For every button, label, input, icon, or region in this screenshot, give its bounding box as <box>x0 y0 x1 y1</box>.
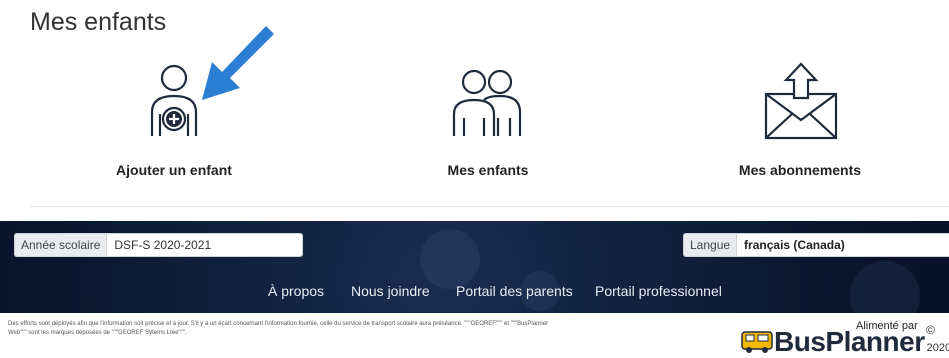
language-group: Langue français (Canada) ▾ <box>683 233 949 257</box>
legal-line: Des efforts sont déployés afin que l'inf… <box>8 321 549 327</box>
bokeh-light <box>850 261 920 313</box>
nav-link-contact[interactable]: Nous joindre <box>351 283 430 299</box>
language-select[interactable]: français (Canada) ▾ <box>736 233 949 257</box>
brand-name: BusPlanner <box>774 326 925 357</box>
page-title: Mes enfants <box>30 8 167 36</box>
busplanner-logo[interactable]: BusPlanner 2020 <box>740 328 949 356</box>
my-children-label: Mes enfants <box>447 162 529 178</box>
legal-notice: Des efforts sont déployés afin que l'inf… <box>8 320 728 338</box>
school-year-input[interactable] <box>106 233 304 257</box>
brand-year: 2020 <box>926 342 949 354</box>
nav-link-about[interactable]: À propos <box>268 283 324 299</box>
envelope-upload-icon <box>764 62 838 140</box>
school-bus-icon <box>741 331 773 353</box>
footer-band: Année scolaire Langue français (Canada) … <box>0 221 949 313</box>
bokeh-light <box>420 229 480 289</box>
nav-link-parents-portal[interactable]: Portail des parents <box>456 283 573 299</box>
section-divider <box>30 206 949 207</box>
legal-line: Web""" sont les marques déposées de """G… <box>8 330 187 336</box>
add-child-tile[interactable]: Ajouter un enfant <box>24 56 324 186</box>
language-value: français (Canada) <box>744 238 845 252</box>
school-year-label: Année scolaire <box>14 233 107 257</box>
my-subscriptions-tile[interactable]: Mes abonnements <box>650 56 949 186</box>
pointer-arrow-icon <box>202 26 274 100</box>
language-label: Langue <box>683 233 737 257</box>
my-subscriptions-label: Mes abonnements <box>738 162 862 178</box>
add-child-label: Ajouter un enfant <box>116 162 232 178</box>
my-children-tile[interactable]: Mes enfants <box>338 56 638 186</box>
children-icon <box>452 69 522 136</box>
nav-link-professional-portal[interactable]: Portail professionnel <box>595 283 722 299</box>
school-year-group: Année scolaire <box>14 233 304 257</box>
